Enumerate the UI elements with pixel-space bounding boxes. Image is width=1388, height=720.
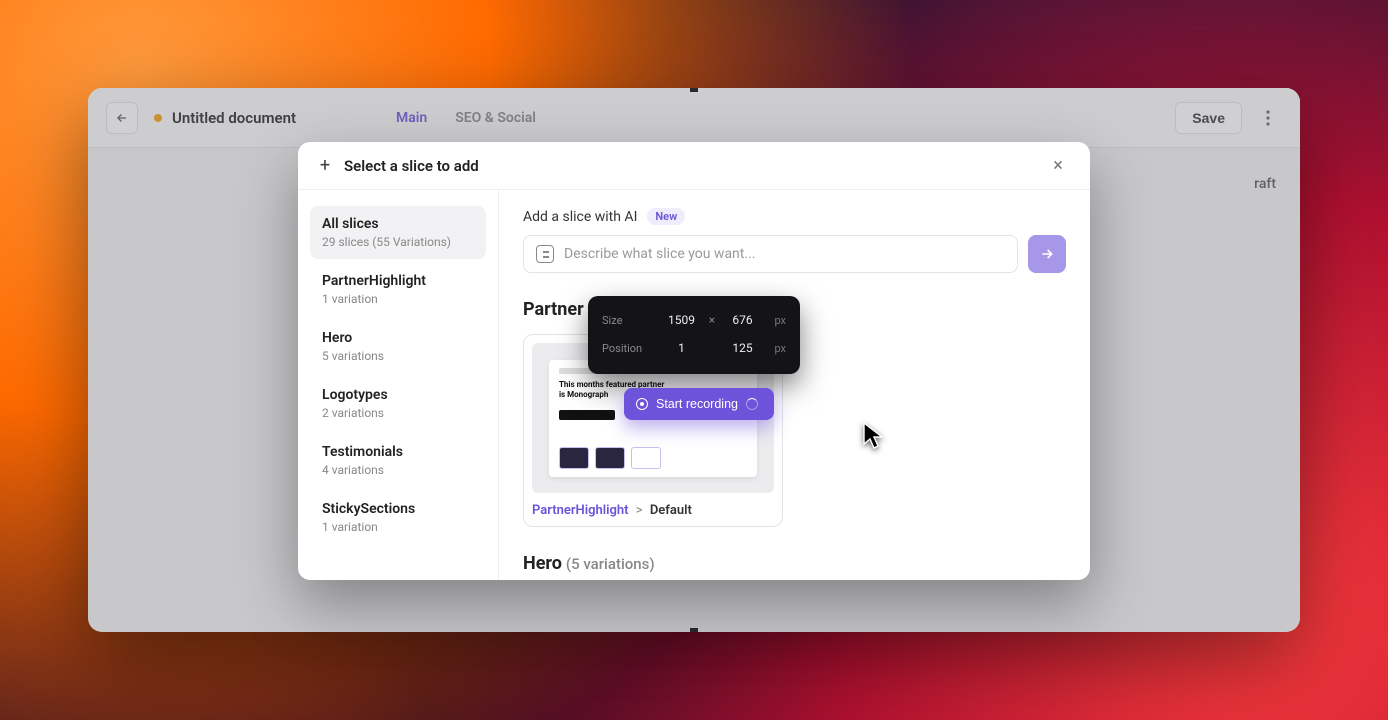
sidebar-item-label: Testimonials [322,444,474,460]
size-label: Size [602,314,658,327]
sidebar-item-all-slices[interactable]: All slices 29 slices (55 Variations) [310,206,486,259]
modal-main: Add a slice with AI New Describe what sl… [498,190,1090,580]
sidebar-item-sub: 29 slices (55 Variations) [322,235,474,249]
modal-header: + Select a slice to add × [298,142,1090,190]
thumb-box [595,447,625,469]
thumb-boxes [559,447,747,469]
sidebar-item-sub: 5 variations [322,349,474,363]
recorder-panel[interactable]: Size 1509 × 676 px Position 1 125 px [588,296,800,374]
ai-label: Add a slice with AI [523,209,637,225]
sidebar-item-sub: 4 variations [322,463,474,477]
slice-card-label: PartnerHighlight > Default [532,503,774,518]
recorder-size-row: Size 1509 × 676 px [602,306,786,334]
sidebar-item-stickysections[interactable]: StickySections 1 variation [310,491,486,544]
modal-body: All slices 29 slices (55 Variations) Par… [298,190,1090,580]
sidebar-item-logotypes[interactable]: Logotypes 2 variations [310,377,486,430]
size-height[interactable]: 676 [719,313,766,327]
modal-title: Select a slice to add [344,157,479,175]
sidebar-item-sub: 1 variation [322,520,474,534]
sidebar-item-label: Hero [322,330,474,346]
sidebar-item-label: StickySections [322,501,474,517]
ai-icon [536,245,554,263]
slice-type-sidebar: All slices 29 slices (55 Variations) Par… [298,190,498,580]
sidebar-item-sub: 1 variation [322,292,474,306]
start-recording-button[interactable]: Start recording [624,388,774,420]
thumb-cta [559,410,615,420]
sidebar-item-label: PartnerHighlight [322,273,474,289]
sidebar-item-label: Logotypes [322,387,474,403]
variant-name: Default [650,503,692,518]
start-recording-label: Start recording [656,397,738,411]
ai-prompt-input[interactable]: Describe what slice you want... [523,235,1018,273]
new-badge: New [647,208,685,225]
recorder-position-row: Position 1 125 px [602,334,786,362]
position-x[interactable]: 1 [658,341,705,355]
section-hero-sub: (5 variations) [566,555,655,573]
position-label: Position [602,342,658,355]
sidebar-item-hero[interactable]: Hero 5 variations [310,320,486,373]
ai-placeholder: Describe what slice you want... [564,246,755,262]
section-hero-heading: Hero (5 variations) [523,553,1066,574]
arrow-right-icon [1039,246,1055,262]
sidebar-item-label: All slices [322,216,474,232]
size-unit: px [766,314,786,327]
separator: > [636,503,643,518]
size-width[interactable]: 1509 [658,313,705,327]
slice-name: PartnerHighlight [532,503,629,518]
record-icon [636,398,648,410]
spinner-icon [746,398,758,410]
ai-row: Add a slice with AI New [523,208,1066,225]
times-icon: × [705,313,719,327]
thumb-box [559,447,589,469]
close-button[interactable]: × [1044,152,1072,180]
sidebar-item-partnerhighlight[interactable]: PartnerHighlight 1 variation [310,263,486,316]
sidebar-item-testimonials[interactable]: Testimonials 4 variations [310,434,486,487]
position-y[interactable]: 125 [719,341,766,355]
ai-submit-button[interactable] [1028,235,1066,273]
section-hero-title: Hero [523,553,562,574]
position-unit: px [766,342,786,355]
sidebar-item-sub: 2 variations [322,406,474,420]
thumb-box [631,447,661,469]
ai-input-row: Describe what slice you want... [523,235,1066,273]
plus-icon: + [316,157,334,175]
